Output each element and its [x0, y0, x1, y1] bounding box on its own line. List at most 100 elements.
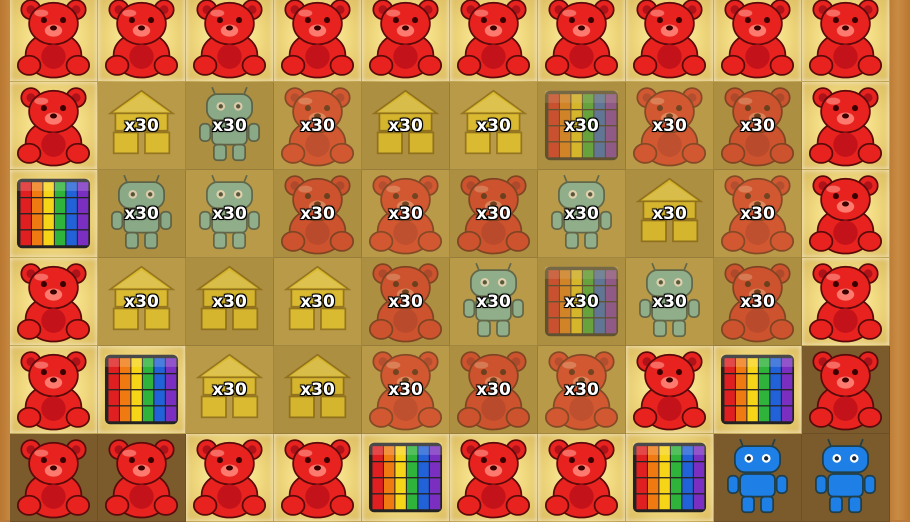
red-bear-icon	[186, 434, 273, 521]
red-bear-icon	[450, 0, 537, 81]
board-cell[interactable]: x30	[538, 82, 626, 170]
board-cell[interactable]: x30	[538, 170, 626, 258]
board-cell[interactable]	[362, 0, 450, 82]
board-cell[interactable]: x30	[626, 82, 714, 170]
rainbow-cube-icon	[362, 434, 449, 521]
board-cell[interactable]	[98, 0, 186, 82]
red-bear-icon	[538, 0, 625, 81]
board-cell[interactable]	[186, 0, 274, 82]
board-cell[interactable]: x30	[274, 170, 362, 258]
board-cell[interactable]	[10, 82, 98, 170]
red-bear-icon	[186, 0, 273, 81]
board-cell[interactable]	[10, 434, 98, 522]
board-cell[interactable]: x30	[186, 170, 274, 258]
lock-count-badge: x30	[476, 380, 511, 400]
board-cell[interactable]: x30	[98, 82, 186, 170]
board-cell[interactable]	[714, 0, 802, 82]
board-cell[interactable]	[802, 434, 890, 522]
lock-count-badge: x30	[740, 292, 775, 312]
red-bear-icon	[98, 434, 185, 521]
board-cell[interactable]	[626, 434, 714, 522]
lock-count-badge: x30	[124, 116, 159, 136]
lock-count-badge: x30	[740, 204, 775, 224]
board-cell[interactable]: x30	[450, 346, 538, 434]
board-cell[interactable]	[802, 170, 890, 258]
red-bear-icon	[10, 258, 97, 345]
lock-count-badge: x30	[564, 204, 599, 224]
board-cell[interactable]: x30	[362, 346, 450, 434]
red-bear-icon	[626, 346, 713, 433]
red-bear-icon	[10, 82, 97, 169]
board-cell[interactable]: x30	[98, 258, 186, 346]
board-cell[interactable]	[538, 434, 626, 522]
lock-count-badge: x30	[652, 204, 687, 224]
lock-count-badge: x30	[564, 292, 599, 312]
board-cell[interactable]: x30	[186, 258, 274, 346]
board-cell[interactable]	[274, 434, 362, 522]
board-cell[interactable]: x30	[450, 82, 538, 170]
board-cell[interactable]	[802, 82, 890, 170]
board-cell[interactable]	[450, 0, 538, 82]
board-cell[interactable]: x30	[186, 82, 274, 170]
lock-count-badge: x30	[740, 116, 775, 136]
red-bear-icon	[274, 434, 361, 521]
board-cell[interactable]: x30	[274, 346, 362, 434]
red-bear-icon	[362, 0, 449, 81]
lock-count-badge: x30	[124, 292, 159, 312]
lock-count-badge: x30	[300, 116, 335, 136]
board-cell[interactable]	[802, 0, 890, 82]
lock-count-badge: x30	[388, 116, 423, 136]
red-bear-icon	[802, 0, 889, 81]
robot-icon	[802, 434, 889, 521]
board-cell[interactable]	[802, 258, 890, 346]
board-cell[interactable]	[362, 434, 450, 522]
lock-count-badge: x30	[564, 380, 599, 400]
board-cell[interactable]	[10, 258, 98, 346]
board-cell[interactable]: x30	[362, 82, 450, 170]
lock-count-badge: x30	[388, 204, 423, 224]
board-cell[interactable]	[10, 0, 98, 82]
board-cell[interactable]: x30	[274, 258, 362, 346]
rainbow-cube-icon	[714, 346, 801, 433]
board-cell[interactable]: x30	[538, 346, 626, 434]
lock-count-badge: x30	[388, 380, 423, 400]
rainbow-cube-icon	[626, 434, 713, 521]
red-bear-icon	[10, 346, 97, 433]
board-cell[interactable]	[714, 434, 802, 522]
board-cell[interactable]	[98, 434, 186, 522]
red-bear-icon	[274, 0, 361, 81]
board-cell[interactable]: x30	[714, 258, 802, 346]
board-cell[interactable]: x30	[362, 170, 450, 258]
rainbow-cube-icon	[10, 170, 97, 257]
board-cell[interactable]: x30	[450, 258, 538, 346]
board-cell[interactable]	[98, 346, 186, 434]
board-cell[interactable]	[450, 434, 538, 522]
board-cell[interactable]	[626, 0, 714, 82]
board-cell[interactable]	[538, 0, 626, 82]
board-cell[interactable]	[186, 434, 274, 522]
board-cell[interactable]: x30	[714, 82, 802, 170]
board-cell[interactable]: x30	[626, 258, 714, 346]
board-cell[interactable]: x30	[538, 258, 626, 346]
lock-count-badge: x30	[300, 380, 335, 400]
board-cell[interactable]	[714, 346, 802, 434]
board-cell[interactable]: x30	[362, 258, 450, 346]
board-cell[interactable]	[274, 0, 362, 82]
board-cell[interactable]: x30	[274, 82, 362, 170]
lock-count-badge: x30	[212, 380, 247, 400]
red-bear-icon	[802, 346, 889, 433]
lock-count-badge: x30	[564, 116, 599, 136]
board-cell[interactable]	[626, 346, 714, 434]
lock-count-badge: x30	[388, 292, 423, 312]
board-cell[interactable]: x30	[186, 346, 274, 434]
board-cell[interactable]: x30	[450, 170, 538, 258]
board-cell[interactable]	[10, 170, 98, 258]
board-cell[interactable]	[10, 346, 98, 434]
board-cell[interactable]: x30	[626, 170, 714, 258]
lock-count-badge: x30	[476, 116, 511, 136]
lock-count-badge: x30	[124, 204, 159, 224]
board-cell[interactable]: x30	[98, 170, 186, 258]
red-bear-icon	[802, 82, 889, 169]
board-cell[interactable]: x30	[714, 170, 802, 258]
board-cell[interactable]	[802, 346, 890, 434]
